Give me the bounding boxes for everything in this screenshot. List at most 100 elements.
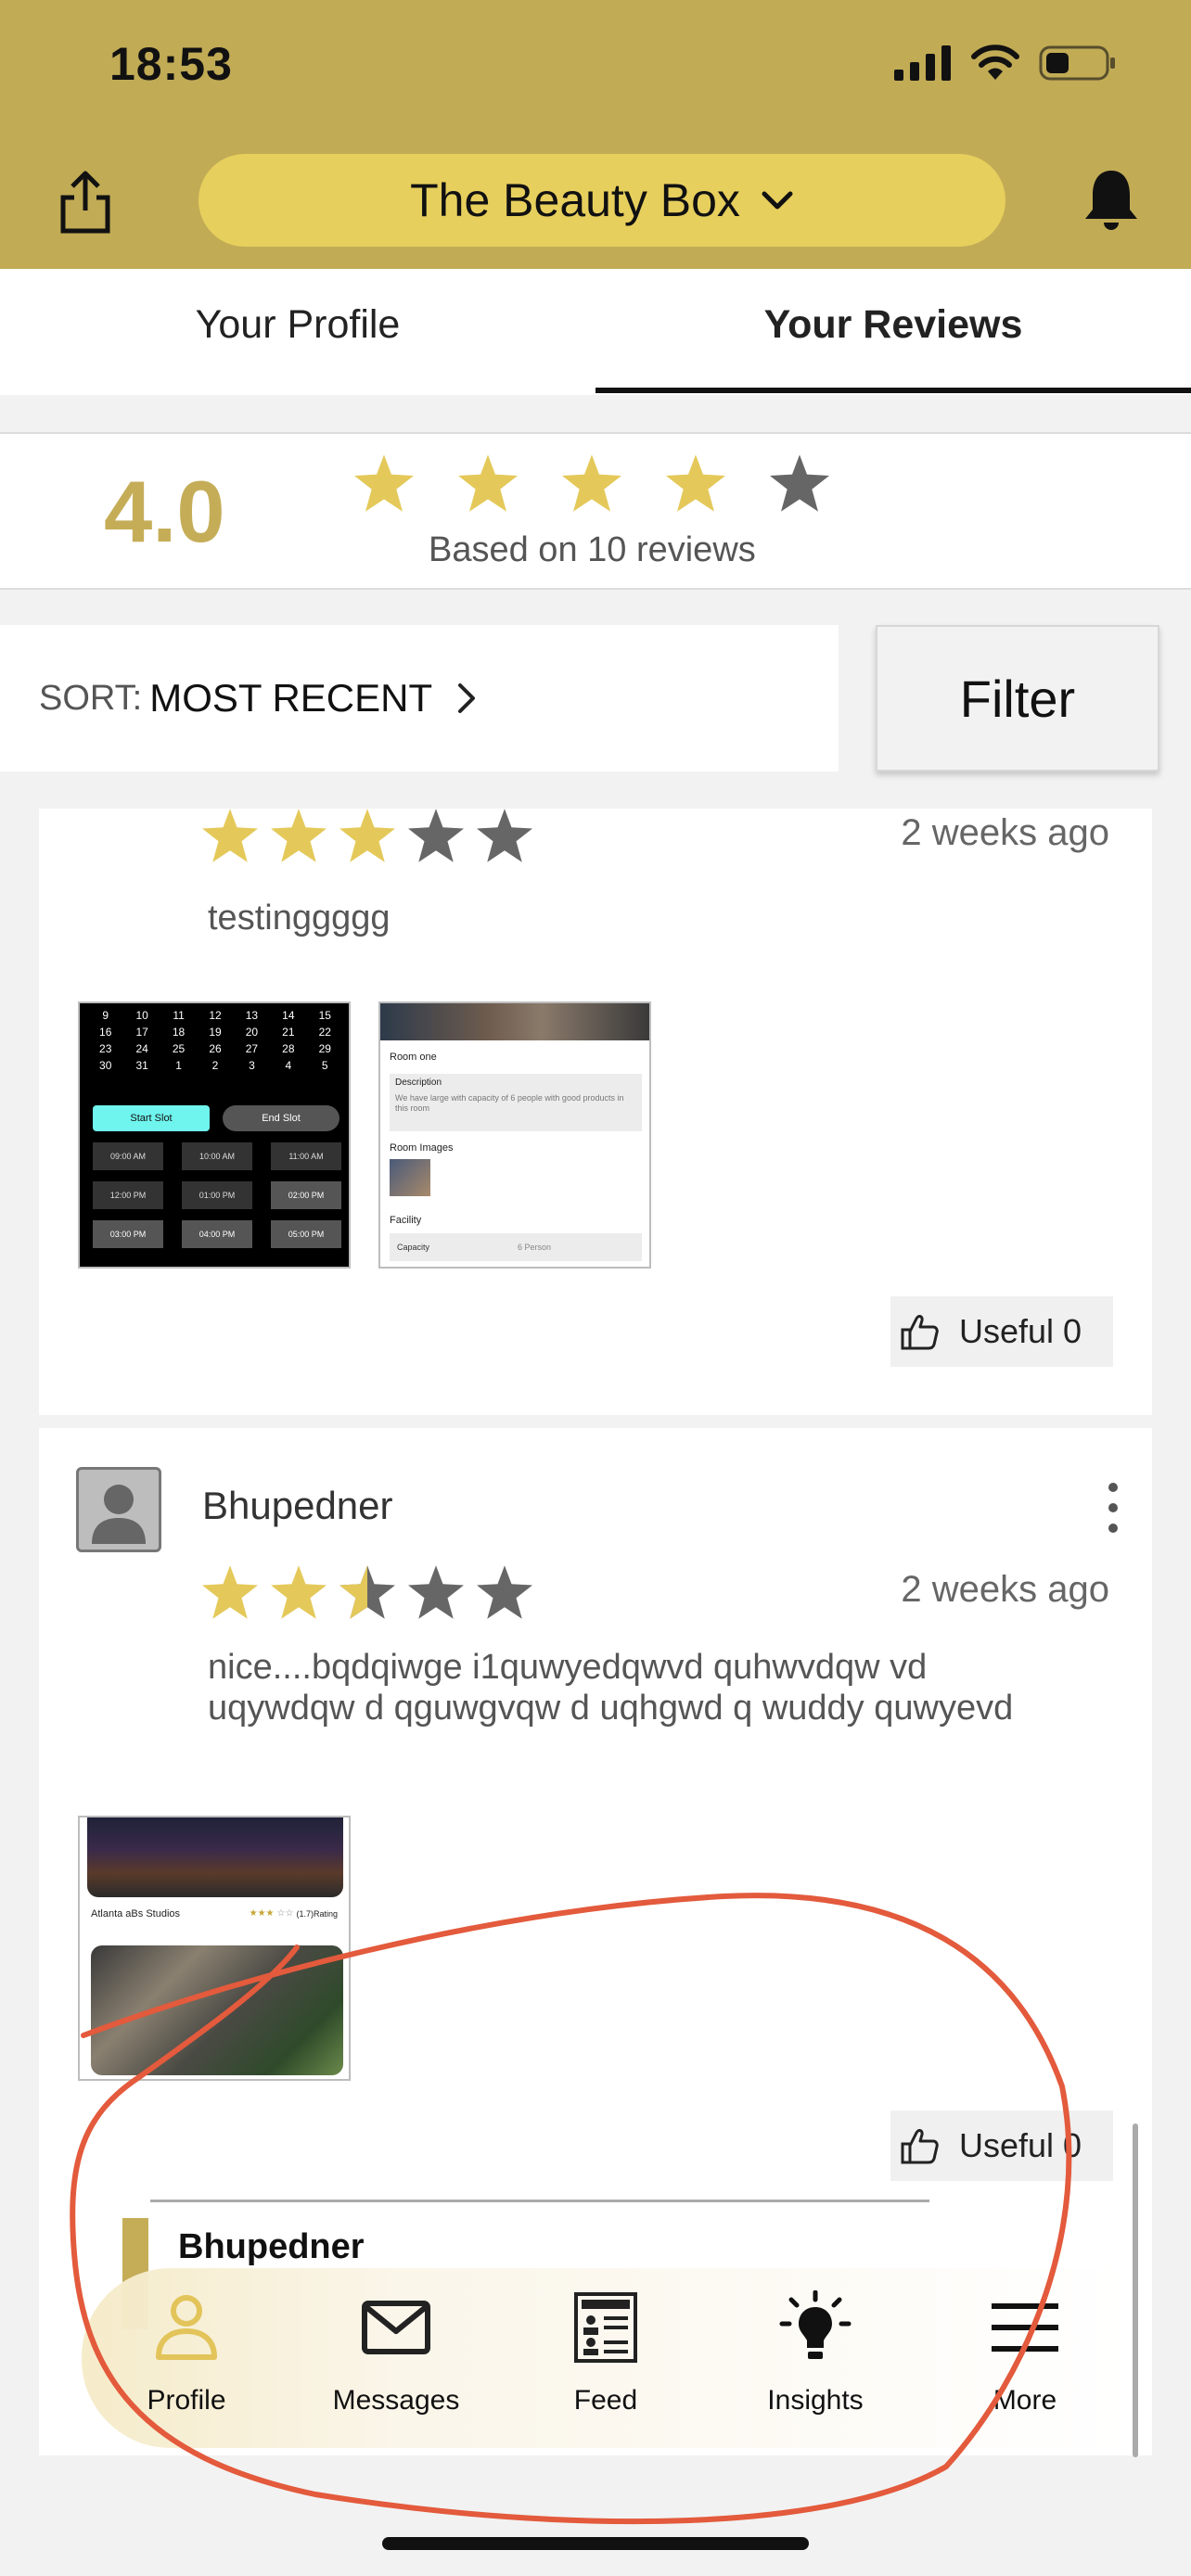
time-slot: 12:00 PM [93,1181,163,1209]
summary-stars [354,454,829,512]
nav-messages[interactable]: Messages [291,2268,501,2448]
calendar-date: 4 [285,1059,292,1072]
useful-button[interactable]: Useful 0 [890,1296,1113,1367]
calendar-date: 14 [282,1009,295,1022]
review-image-studio[interactable]: Atlanta aBs Studios ★★★ ☆☆ (1.7)Rating [78,1816,351,2081]
reviewer-name: Bhupedner [202,1484,393,1527]
calendar-date: 22 [318,1026,331,1039]
useful-button[interactable]: Useful 0 [890,2111,1113,2181]
room-images-label: Room Images [390,1142,454,1154]
reviews-count-caption: Based on 10 reviews [429,530,756,569]
calendar-date: 15 [318,1009,331,1022]
studio-rating-text: (1.7)Rating [296,1908,338,1919]
calendar-date: 24 [135,1042,148,1055]
capacity-value: 6 Person [518,1243,552,1252]
star-icon [202,809,258,862]
average-rating: 4.0 [104,463,225,560]
star-icon [339,809,395,862]
time-slot: 05:00 PM [271,1220,341,1248]
capacity-row: Capacity 6 Person [390,1233,642,1261]
nav-insights[interactable]: Insights [711,2268,920,2448]
useful-label: Useful 0 [959,2126,1082,2164]
more-options-button[interactable] [1095,1480,1132,1536]
time-slot: 04:00 PM [182,1220,252,1248]
scrollbar[interactable] [1133,2123,1138,2457]
calendar-date: 19 [209,1026,222,1039]
sort-value: MOST RECENT [149,676,433,720]
person-icon [92,1485,146,1544]
star-icon [354,454,414,512]
time-slot: 03:00 PM [93,1220,163,1248]
room-title: Room one [390,1052,437,1063]
nav-label: Insights [767,2385,864,2416]
review-time: 2 weeks ago [901,812,1109,853]
menu-icon [992,2303,1058,2352]
calendar-date: 29 [318,1042,331,1055]
business-selector[interactable]: The Beauty Box [198,154,1005,247]
calendar-date: 9 [102,1009,109,1022]
bell-icon [1085,171,1137,230]
room-image-thumb [390,1159,430,1196]
chevron-right-icon [458,683,476,713]
star-icon [666,454,725,512]
business-name: The Beauty Box [410,174,740,226]
thumbs-up-icon [901,1315,939,1350]
star-icon [271,1565,327,1619]
calendar-date: 25 [172,1042,186,1055]
studio-photo [87,1817,343,1897]
calendar-date: 31 [135,1059,148,1072]
calendar-date: 11 [173,1009,185,1022]
studio-photo-2 [91,1945,343,2075]
notifications-button[interactable] [1083,167,1139,232]
status-time: 18:53 [109,38,233,90]
chevron-down-icon [762,191,793,210]
nav-profile[interactable]: Profile [82,2268,291,2448]
calendar-date: 30 [99,1059,112,1072]
nav-label: Messages [332,2385,460,2416]
star-empty-icon: ☆☆ [276,1908,294,1919]
review-image-calendar[interactable]: 9 10 11 12 13 14 15 16 17 18 19 20 21 22… [78,1001,351,1269]
room-description-box: Description We have large with capacity … [390,1074,642,1131]
time-slot-grid: 09:00 AM 10:00 AM 11:00 AM 12:00 PM 01:0… [93,1142,341,1248]
description-text: We have large with capacity of 6 people … [395,1093,624,1113]
star-icon: ★★★ [249,1908,275,1919]
review-stars [202,809,532,862]
star-empty-icon [770,454,829,512]
time-slot: 11:00 AM [271,1142,341,1170]
review-text: testinggggg [208,899,391,937]
tab-your-profile[interactable]: Your Profile [0,269,596,395]
avatar[interactable] [76,1467,161,1552]
kebab-menu-icon [1108,1483,1118,1533]
calendar-date: 13 [245,1009,259,1022]
envelope-icon [362,2301,430,2354]
newspaper-icon [574,2292,637,2363]
lightbulb-icon [779,2290,852,2359]
time-slot: 01:00 PM [182,1181,252,1209]
calendar-date: 21 [282,1026,295,1039]
review-stars [202,1565,532,1619]
time-slot: 02:00 PM [271,1181,341,1209]
review-text: nice....bqdqiwge i1quwyedqwvd quhwvdqw v… [208,1648,1014,1728]
tab-your-reviews[interactable]: Your Reviews [596,269,1191,395]
filter-button[interactable]: Filter [876,625,1159,772]
nav-label: More [992,2385,1057,2416]
calendar-date: 20 [245,1026,259,1039]
sort-button[interactable]: SORT: MOST RECENT [0,625,839,772]
calendar-date: 12 [209,1009,222,1022]
reply-author: Bhupedner [178,2227,365,2266]
app-screen: 18:53 The Beauty Box Your Profile Your R… [0,0,1191,2576]
end-slot-button: End Slot [223,1105,339,1131]
battery-icon [1039,45,1115,81]
sort-label: SORT: [39,678,143,718]
calendar-date: 16 [99,1026,112,1039]
star-empty-icon [408,1565,464,1619]
star-icon [271,809,327,862]
nav-feed[interactable]: Feed [501,2268,711,2448]
nav-more[interactable]: More [920,2268,1130,2448]
share-button[interactable] [56,170,115,235]
review-image-room[interactable]: Room one Description We have large with … [378,1001,651,1269]
star-half-icon [339,1565,395,1619]
calendar-grid: 9 10 11 12 13 14 15 16 17 18 19 20 21 22… [87,1009,343,1072]
active-tab-indicator [596,388,1191,393]
star-empty-icon [477,1565,532,1619]
